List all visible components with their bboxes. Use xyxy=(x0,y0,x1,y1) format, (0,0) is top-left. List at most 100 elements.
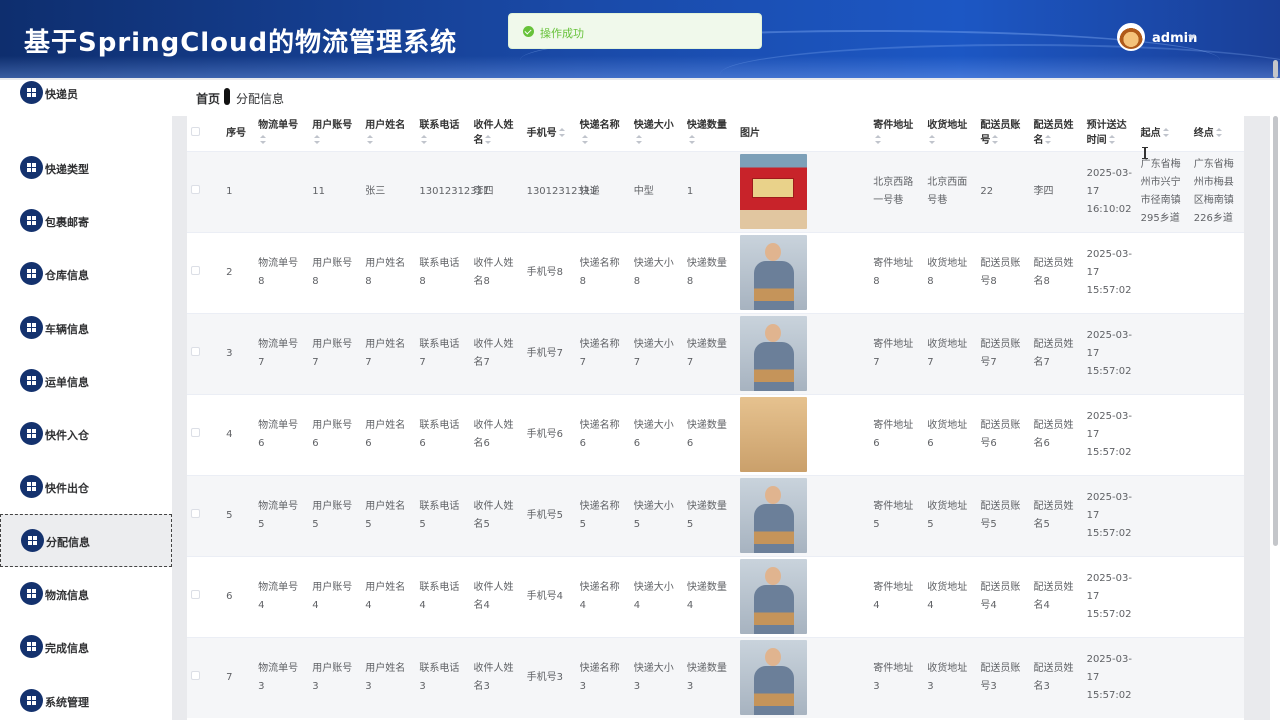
sidebar-item-label: 快递员 xyxy=(45,88,78,101)
column-header-label: 配送员姓名 xyxy=(1033,120,1074,147)
sort-icon[interactable] xyxy=(260,135,267,145)
column-header[interactable]: 起点 xyxy=(1136,116,1190,151)
row-checkbox[interactable] xyxy=(191,508,200,518)
row-checkbox[interactable] xyxy=(191,265,200,275)
table-row[interactable]: 2 物流单号8 用户账号8 用户姓名8 联系电话8 收件人姓名8 手机号8 快递名称8 快递大小… xyxy=(187,231,1244,313)
row-checkbox-cell[interactable] xyxy=(187,474,223,556)
parcel-photo[interactable] xyxy=(739,316,807,391)
column-header[interactable]: 预计送达时间 xyxy=(1082,116,1137,151)
sort-icon[interactable] xyxy=(875,135,882,145)
row-checkbox[interactable] xyxy=(191,346,200,356)
select-all-checkbox-cell[interactable] xyxy=(187,116,223,151)
row-checkbox[interactable] xyxy=(191,184,200,194)
sidebar-item-11[interactable]: 系统管理 xyxy=(0,675,172,720)
table-row[interactable]: 3 物流单号7 用户账号7 用户姓名7 联系电话7 收件人姓名7 手机号7 快递名称7 快递大小… xyxy=(187,312,1244,394)
sort-icon[interactable] xyxy=(688,135,695,145)
row-checkbox-cell[interactable] xyxy=(187,231,223,313)
sort-icon[interactable] xyxy=(367,135,374,145)
column-header[interactable]: 收件人姓名 xyxy=(469,116,523,151)
column-header[interactable]: 图片 xyxy=(735,116,870,151)
row-checkbox-cell[interactable] xyxy=(187,555,223,637)
row-checkbox-cell[interactable] xyxy=(187,393,223,475)
sidebar-item-9[interactable]: 物流信息 xyxy=(0,568,172,621)
check-circle-icon xyxy=(523,26,534,37)
cell-qty: 快递数量5 xyxy=(682,474,736,556)
table-row[interactable]: 1 11 张三 13012312311 李四 13012312311 快递 中型 1 北京西路一号… xyxy=(187,150,1244,232)
sort-icon[interactable] xyxy=(929,135,936,145)
sidebar-item-0[interactable]: 快递员 xyxy=(0,80,172,120)
sort-icon[interactable] xyxy=(1162,127,1169,138)
user-avatar[interactable] xyxy=(1117,23,1145,51)
column-header-label: 终点 xyxy=(1193,127,1214,139)
column-header[interactable]: 快递数量 xyxy=(682,116,736,151)
scrollbar-thumb[interactable] xyxy=(1273,116,1278,546)
column-header[interactable]: 联系电话 xyxy=(415,116,470,151)
sidebar-item-3[interactable]: 仓库信息 xyxy=(0,248,172,301)
column-header-label: 预计送达时间 xyxy=(1086,120,1127,147)
column-header[interactable]: 收货地址 xyxy=(923,116,977,151)
sort-icon[interactable] xyxy=(1108,135,1115,145)
sidebar-item-10[interactable]: 完成信息 xyxy=(0,621,172,674)
sort-icon[interactable] xyxy=(558,127,565,138)
sort-icon[interactable] xyxy=(314,135,321,145)
column-header[interactable]: 快递大小 xyxy=(629,116,683,151)
menu-icon xyxy=(20,475,43,498)
column-header[interactable]: 手机号 xyxy=(522,116,576,151)
column-header[interactable]: 配送员姓名 xyxy=(1029,116,1083,151)
column-header[interactable]: 寄件地址 xyxy=(869,116,924,151)
row-checkbox[interactable] xyxy=(191,427,200,437)
column-header[interactable]: 快递名称 xyxy=(575,116,630,151)
select-all-checkbox[interactable] xyxy=(191,126,200,136)
table-row[interactable]: 4 物流单号6 用户账号6 用户姓名6 联系电话6 收件人姓名6 手机号6 快递名称6 快递大小… xyxy=(187,393,1244,475)
row-checkbox-cell[interactable] xyxy=(187,312,223,394)
cell-waybill: 物流单号3 xyxy=(254,636,309,718)
table-row[interactable]: 6 物流单号4 用户账号4 用户姓名4 联系电话4 收件人姓名4 手机号4 快递名称4 快递大小… xyxy=(187,555,1244,637)
sort-icon[interactable] xyxy=(992,135,999,145)
column-header[interactable]: 终点 xyxy=(1189,116,1244,151)
sort-icon[interactable] xyxy=(581,135,588,145)
row-checkbox[interactable] xyxy=(191,670,200,680)
sort-icon[interactable] xyxy=(421,135,428,145)
sidebar-scrollbar[interactable] xyxy=(1270,60,1280,80)
row-checkbox-cell[interactable] xyxy=(187,636,223,718)
column-header[interactable]: 用户姓名 xyxy=(361,116,416,151)
row-checkbox-cell[interactable] xyxy=(187,150,223,232)
sidebar-item-6[interactable]: 快件入仓 xyxy=(0,408,172,461)
sort-icon[interactable] xyxy=(1215,127,1222,138)
sidebar-item-8[interactable]: 分配信息 xyxy=(0,514,172,567)
sort-icon[interactable] xyxy=(485,135,492,145)
parcel-photo[interactable] xyxy=(739,478,807,553)
cell-idx: 2 xyxy=(222,231,255,313)
sidebar-item-1[interactable]: 快递类型 xyxy=(0,142,172,195)
sidebar-item-7[interactable]: 快件出仓 xyxy=(0,461,172,514)
cell-addr: 收货地址3 xyxy=(923,636,977,718)
chevron-down-icon[interactable] xyxy=(1188,35,1196,40)
column-header[interactable]: 物流单号 xyxy=(254,116,309,151)
sort-icon[interactable] xyxy=(1045,135,1052,145)
table-row[interactable]: 5 物流单号5 用户账号5 用户姓名5 联系电话5 收件人姓名5 手机号5 快递名称5 快递大小… xyxy=(187,474,1244,556)
sidebar-item-4[interactable]: 车辆信息 xyxy=(0,302,172,355)
parcel-photo[interactable] xyxy=(739,397,807,472)
image-cell xyxy=(735,231,870,313)
column-header[interactable]: 配送员账号 xyxy=(976,116,1030,151)
cell-size: 快递大小3 xyxy=(629,636,683,718)
parcel-photo[interactable] xyxy=(739,640,807,716)
table-row[interactable]: 7 物流单号3 用户账号3 用户姓名3 联系电话3 收件人姓名3 手机号3 快递名称3 快递大小… xyxy=(187,636,1244,718)
sidebar-item-5[interactable]: 运单信息 xyxy=(0,355,172,408)
breadcrumb-current: 分配信息 xyxy=(236,92,285,106)
menu-icon xyxy=(20,316,43,339)
breadcrumb-home[interactable]: 首页 xyxy=(196,90,220,107)
sidebar-item-label: 运单信息 xyxy=(45,376,89,389)
menu-icon xyxy=(20,81,43,104)
vertical-scrollbar[interactable] xyxy=(1270,116,1280,720)
column-header-label: 快递名称 xyxy=(579,120,620,132)
row-checkbox[interactable] xyxy=(191,589,200,599)
column-header[interactable]: 序号 xyxy=(222,116,255,151)
cell-cname: 配送员姓名3 xyxy=(1029,636,1083,718)
column-header[interactable]: 用户账号 xyxy=(308,116,362,151)
sort-icon[interactable] xyxy=(635,135,642,145)
sidebar-item-2[interactable]: 包裹邮寄 xyxy=(0,195,172,248)
parcel-photo[interactable] xyxy=(739,154,807,229)
parcel-photo[interactable] xyxy=(739,559,807,634)
parcel-photo[interactable] xyxy=(739,235,807,310)
